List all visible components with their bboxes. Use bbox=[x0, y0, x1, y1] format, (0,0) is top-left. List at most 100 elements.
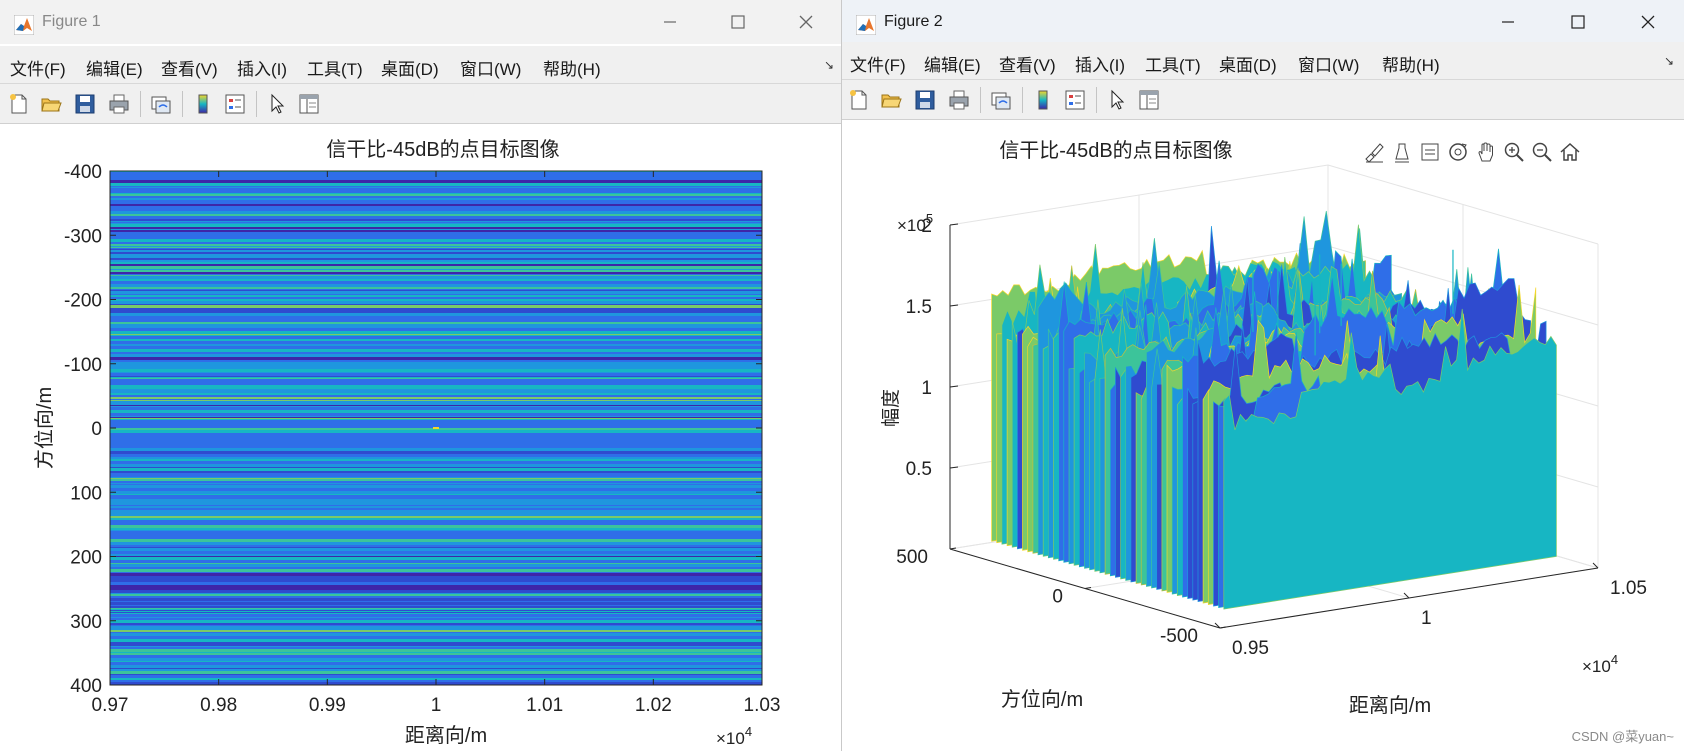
edit-plot-icon bbox=[271, 93, 285, 114]
heatmap-row bbox=[110, 206, 762, 208]
heatmap-plot[interactable]: 信干比-45dB的点目标图像 -400 -300 -200 -100 0 100 200 30… bbox=[0, 124, 842, 751]
zoom-out-button[interactable] bbox=[1528, 138, 1556, 166]
menu-window[interactable]: 窗口(W) bbox=[1298, 51, 1359, 76]
heatmap-row bbox=[110, 219, 762, 221]
menu-overflow-icon[interactable]: ↘ bbox=[1664, 54, 1674, 68]
heatmap-row bbox=[110, 197, 762, 198]
link-plot-icon bbox=[991, 92, 1011, 110]
title-bar: Figure 1 bbox=[0, 0, 841, 44]
heatmap-row bbox=[110, 576, 762, 579]
open-file-button[interactable] bbox=[38, 91, 64, 117]
heatmap-row bbox=[110, 198, 762, 200]
heatmap-row bbox=[110, 211, 762, 212]
zoom-in-button[interactable] bbox=[1500, 138, 1528, 166]
heatmap-row bbox=[110, 494, 762, 495]
y-tick bbox=[1084, 587, 1092, 589]
open-file-button[interactable] bbox=[878, 87, 904, 113]
legend-button[interactable] bbox=[1062, 87, 1088, 113]
heatmap-row bbox=[110, 605, 762, 606]
heatmap-row bbox=[110, 379, 762, 382]
heatmap-row bbox=[110, 369, 762, 372]
maximize-button[interactable] bbox=[1558, 6, 1598, 38]
property-inspector-button[interactable] bbox=[1136, 87, 1162, 113]
menu-insert[interactable]: 插入(I) bbox=[1075, 51, 1125, 76]
zoom-in-icon bbox=[1504, 142, 1524, 162]
figure-1-window: Figure 1 文件(F) 编辑(E) 查看(V) 插入(I) 工具(T) 桌… bbox=[0, 0, 842, 751]
rotate-3d-button[interactable] bbox=[1444, 138, 1472, 166]
y-axis-label: 方位向/m bbox=[33, 387, 56, 469]
heatmap-row bbox=[110, 569, 762, 572]
print-button[interactable] bbox=[106, 91, 132, 117]
open-file-icon bbox=[41, 98, 62, 112]
edit-plot-button[interactable] bbox=[264, 91, 290, 117]
heatmap-row bbox=[110, 252, 762, 254]
heatmap-row bbox=[110, 573, 762, 576]
home-button[interactable] bbox=[1556, 138, 1584, 166]
menu-desktop[interactable]: 桌面(D) bbox=[381, 55, 439, 80]
heatmap-row bbox=[110, 413, 762, 416]
menu-view[interactable]: 查看(V) bbox=[161, 55, 218, 80]
pan-button[interactable] bbox=[1472, 138, 1500, 166]
link-plot-button[interactable] bbox=[988, 87, 1014, 113]
heatmap-row bbox=[110, 223, 762, 224]
menu-bar: 文件(F) 编辑(E) 查看(V) 插入(I) 工具(T) 桌面(D) 窗口(W… bbox=[0, 46, 841, 84]
data-tips-icon bbox=[1395, 143, 1409, 163]
heatmap-row bbox=[110, 319, 762, 320]
heatmap-row bbox=[110, 593, 762, 594]
new-figure-button[interactable] bbox=[846, 87, 872, 113]
minimize-button[interactable] bbox=[1488, 6, 1528, 38]
edit-plot-button[interactable] bbox=[1104, 87, 1130, 113]
heatmap-row bbox=[110, 188, 762, 190]
menu-tools[interactable]: 工具(T) bbox=[307, 55, 363, 80]
menu-file[interactable]: 文件(F) bbox=[850, 51, 906, 76]
menu-overflow-icon[interactable]: ↘ bbox=[824, 58, 834, 72]
heatmap-row bbox=[110, 366, 762, 367]
heatmap-row bbox=[110, 250, 762, 251]
link-plot-button[interactable] bbox=[148, 91, 174, 117]
heatmap-row bbox=[110, 502, 762, 505]
data-tips-button[interactable] bbox=[1388, 138, 1416, 166]
heatmap-row bbox=[110, 675, 762, 678]
x-tick-label: 1 bbox=[1421, 608, 1432, 629]
colorbar-button[interactable] bbox=[1030, 87, 1056, 113]
heatmap-row bbox=[110, 534, 762, 535]
brush-button[interactable] bbox=[1360, 138, 1388, 166]
heatmap-row bbox=[110, 334, 762, 335]
new-figure-button[interactable] bbox=[6, 91, 32, 117]
menu-edit[interactable]: 编辑(E) bbox=[924, 51, 981, 76]
surface-plot[interactable]: 0.511.525000-5000.9511.05 信干比-45dB的点目标图像… bbox=[842, 120, 1684, 751]
print-button[interactable] bbox=[946, 87, 972, 113]
heatmap-row bbox=[110, 483, 762, 484]
legend-button[interactable] bbox=[222, 91, 248, 117]
heatmap-row bbox=[110, 520, 762, 522]
minimize-button[interactable] bbox=[650, 6, 690, 38]
property-inspector-button[interactable] bbox=[296, 91, 322, 117]
close-button[interactable] bbox=[786, 6, 826, 38]
maximize-button[interactable] bbox=[718, 6, 758, 38]
close-button[interactable] bbox=[1628, 6, 1668, 38]
menu-help[interactable]: 帮助(H) bbox=[1382, 51, 1440, 76]
heatmap-row bbox=[110, 653, 762, 655]
heatmap-row bbox=[110, 440, 762, 443]
heatmap-row bbox=[110, 626, 762, 629]
heatmap-row bbox=[110, 459, 762, 461]
save-button[interactable] bbox=[912, 87, 938, 113]
save-button[interactable] bbox=[72, 91, 98, 117]
data-cursor-button[interactable] bbox=[1416, 138, 1444, 166]
colorbar-button[interactable] bbox=[190, 91, 216, 117]
menu-file[interactable]: 文件(F) bbox=[10, 55, 66, 80]
heatmap-row bbox=[110, 274, 762, 275]
menu-desktop[interactable]: 桌面(D) bbox=[1219, 51, 1277, 76]
heatmap-row bbox=[110, 248, 762, 249]
colorbar-icon bbox=[1038, 90, 1048, 110]
menu-edit[interactable]: 编辑(E) bbox=[86, 55, 143, 80]
menu-help[interactable]: 帮助(H) bbox=[543, 55, 601, 80]
menu-view[interactable]: 查看(V) bbox=[999, 51, 1056, 76]
x-axis-label: 距离向/m bbox=[405, 724, 487, 747]
menu-insert[interactable]: 插入(I) bbox=[237, 55, 287, 80]
print-icon bbox=[949, 90, 969, 110]
heatmap-row bbox=[110, 239, 762, 242]
heatmap-row bbox=[110, 629, 762, 630]
menu-tools[interactable]: 工具(T) bbox=[1145, 51, 1201, 76]
menu-window[interactable]: 窗口(W) bbox=[460, 55, 521, 80]
